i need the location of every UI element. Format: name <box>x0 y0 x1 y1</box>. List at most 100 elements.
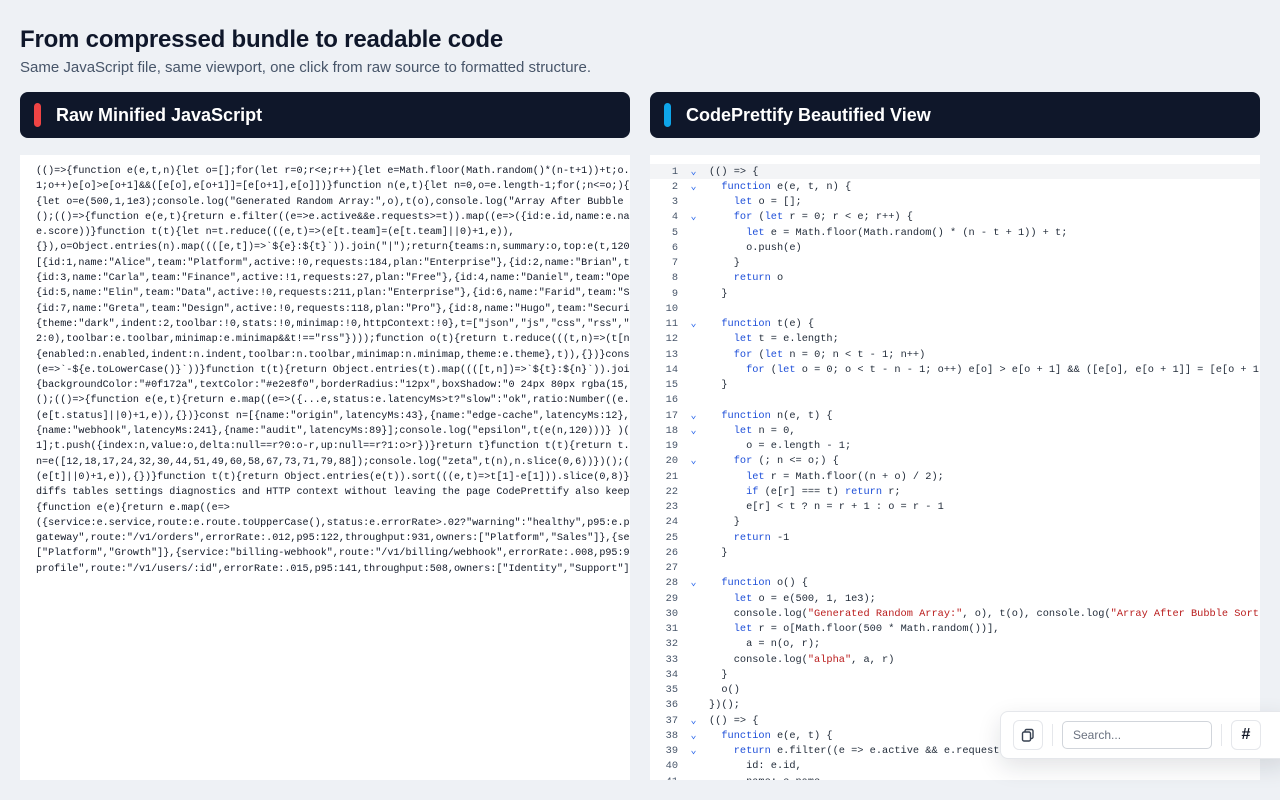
raw-code-line: {enabled:n.enabled,indent:n.indent,toolb… <box>36 349 630 361</box>
line-number: 19 <box>665 440 678 453</box>
raw-panel-header: Raw Minified JavaScript <box>20 92 630 138</box>
code-line: 4 ⌄ for (let r = 0; r < e; r++) { <box>650 210 1260 225</box>
raw-code-line: n=e([12,18,17,24,32,30,44,51,49,60,58,67… <box>36 456 630 468</box>
line-number: 32 <box>665 638 678 651</box>
raw-code-line: 1];t.push({index:n,value:o,delta:null==r… <box>36 441 630 453</box>
fold-chevron-icon[interactable]: ⌄ <box>678 425 709 437</box>
line-number: 6 <box>671 241 678 254</box>
fold-chevron-icon[interactable]: ⌄ <box>678 745 709 757</box>
raw-code-line: {theme:"dark",indent:2,toolbar:!0,stats:… <box>36 318 630 330</box>
fold-chevron-icon[interactable]: ⌄ <box>678 318 709 330</box>
line-number: 17 <box>665 409 678 422</box>
code-line: 10 <box>650 301 1260 316</box>
code-text: id: e.id, <box>709 760 802 773</box>
toolbar-divider <box>1052 724 1053 746</box>
code-line: 41 name: e.name, <box>650 774 1260 780</box>
raw-code-line: e.score))}function t(t){let n=t.reduce((… <box>36 227 515 239</box>
search-input[interactable] <box>1062 721 1212 749</box>
code-text: function t(e) { <box>721 318 815 331</box>
raw-code-line: diffs tables settings diagnostics and HT… <box>36 487 630 499</box>
raw-code-line: ();(()=>{function e(e,t){return e.map((e… <box>36 395 630 407</box>
code-line: 32 a = n(o, r); <box>650 637 1260 652</box>
raw-code-line: profile",route:"/v1/users/:id",errorRate… <box>36 563 630 575</box>
pretty-panel-header: CodePrettify Beautified View <box>650 92 1260 138</box>
code-text: let t = e.length; <box>733 333 839 346</box>
fold-chevron-icon[interactable]: ⌄ <box>678 455 709 467</box>
code-line: 2 ⌄ function e(e, t, n) { <box>650 179 1260 194</box>
raw-code-line: (()=>{function e(e,t,n){let o=[];for(let… <box>36 166 630 177</box>
code-line: 21 let r = Math.floor((n + o) / 2); <box>650 469 1260 484</box>
fold-chevron-icon[interactable]: ⌄ <box>678 730 709 742</box>
raw-code-line: ();(()=>{function e(e,t){return e.filter… <box>36 211 630 223</box>
code-text: function e(e, t, n) { <box>721 180 852 193</box>
raw-code-line: {name:"webhook",latencyMs:241},{name:"au… <box>36 426 630 438</box>
code-line: 27 <box>650 561 1260 576</box>
code-line: 25 return -1 <box>650 530 1260 545</box>
line-number: 8 <box>671 272 678 285</box>
line-number: 23 <box>665 501 678 514</box>
code-text: let r = Math.floor((n + o) / 2); <box>746 470 944 483</box>
code-line: 29 let o = e(500, 1, 1e3); <box>650 591 1260 606</box>
code-line: 40 id: e.id, <box>650 759 1260 774</box>
page-title: From compressed bundle to readable code <box>20 26 503 53</box>
fold-chevron-icon[interactable]: ⌄ <box>678 166 709 178</box>
line-number: 34 <box>665 668 678 681</box>
code-text: a = n(o, r); <box>709 638 821 651</box>
raw-code-line: 2:0),toolbar:e.toolbar,minimap:e.minimap… <box>36 334 630 346</box>
code-line: 1 ⌄(() => { <box>650 164 1260 180</box>
line-number: 16 <box>665 394 678 407</box>
line-number: 2 <box>671 180 678 193</box>
line-number: 40 <box>665 760 678 773</box>
line-number-button[interactable]: # <box>1231 720 1261 750</box>
line-number: 12 <box>665 333 678 346</box>
fold-chevron-icon[interactable]: ⌄ <box>678 577 709 589</box>
pretty-accent-bar <box>664 103 671 127</box>
fold-chevron-icon[interactable]: ⌄ <box>678 181 709 193</box>
code-text: name: e.name, <box>709 776 826 780</box>
pretty-panel-title: CodePrettify Beautified View <box>686 104 931 125</box>
code-text: console.log("Generated Random Array:", o… <box>709 607 1260 620</box>
fold-chevron-icon[interactable]: ⌄ <box>678 410 709 422</box>
code-line: 17 ⌄ function n(e, t) { <box>650 408 1260 423</box>
line-number: 41 <box>650 776 678 780</box>
code-line: 20 ⌄ for (; n <= o;) { <box>650 454 1260 469</box>
code-line: 30 console.log("Generated Random Array:"… <box>650 606 1260 621</box>
pretty-code-panel[interactable]: 1 ⌄(() => {2 ⌄ function e(e, t, n) {3 let … <box>650 155 1260 780</box>
code-text: function e(e, t) { <box>721 729 833 742</box>
raw-code-line: {id:7,name:"Greta",team:"Design",active:… <box>36 303 630 315</box>
toolbar-divider <box>1221 724 1222 746</box>
code-line: 7 } <box>650 256 1260 271</box>
copy-button[interactable] <box>1013 720 1043 750</box>
raw-code-line: (e=>`-${e.toLowerCase()}`))}function t(t… <box>36 364 630 376</box>
line-number: 11 <box>665 318 678 331</box>
fold-chevron-icon[interactable]: ⌄ <box>678 211 709 223</box>
line-number: 28 <box>665 577 678 590</box>
code-line: 6 o.push(e) <box>650 240 1260 255</box>
raw-code-line: {}),o=Object.entries(n).map((([e,t])=>`$… <box>36 242 630 254</box>
raw-code-line: ({service:e.service,route:e.route.toUppe… <box>36 517 630 529</box>
code-text: o.push(e) <box>709 241 802 254</box>
code-text: let e = Math.floor(Math.random() * (n - … <box>746 226 1068 239</box>
code-text: if (e[r] === t) return r; <box>746 485 901 498</box>
raw-code-panel[interactable]: (()=>{function e(e,t,n){let o=[];for(let… <box>20 155 630 780</box>
code-text: let o = e(500, 1, 1e3); <box>733 592 876 605</box>
line-number: 24 <box>665 516 678 529</box>
code-text: } <box>709 379 728 392</box>
raw-code-line: gateway",route:"/v1/orders",errorRate:.0… <box>36 533 630 545</box>
code-line: 3 let o = []; <box>650 195 1260 210</box>
code-line: 16 <box>650 393 1260 408</box>
code-text: o() <box>709 684 740 697</box>
code-text: } <box>709 257 740 270</box>
code-line: 28 ⌄ function o() { <box>650 576 1260 591</box>
code-line: 18 ⌄ let n = 0, <box>650 423 1260 438</box>
line-number: 20 <box>665 455 678 468</box>
fold-chevron-icon[interactable]: ⌄ <box>678 715 709 727</box>
copy-icon <box>1021 728 1034 742</box>
line-number: 25 <box>665 531 678 544</box>
raw-code-line: 1;o++)e[o]>e[o+1]&&([e[o],e[o+1]]=[e[o+1… <box>36 181 630 193</box>
code-text: for (; n <= o;) { <box>733 455 839 468</box>
raw-code-line: {let o=e(500,1,1e3);console.log("Generat… <box>36 196 630 208</box>
code-line: 26 } <box>650 545 1260 560</box>
raw-panel-title: Raw Minified JavaScript <box>56 104 263 125</box>
code-text: (() => { <box>709 165 759 178</box>
